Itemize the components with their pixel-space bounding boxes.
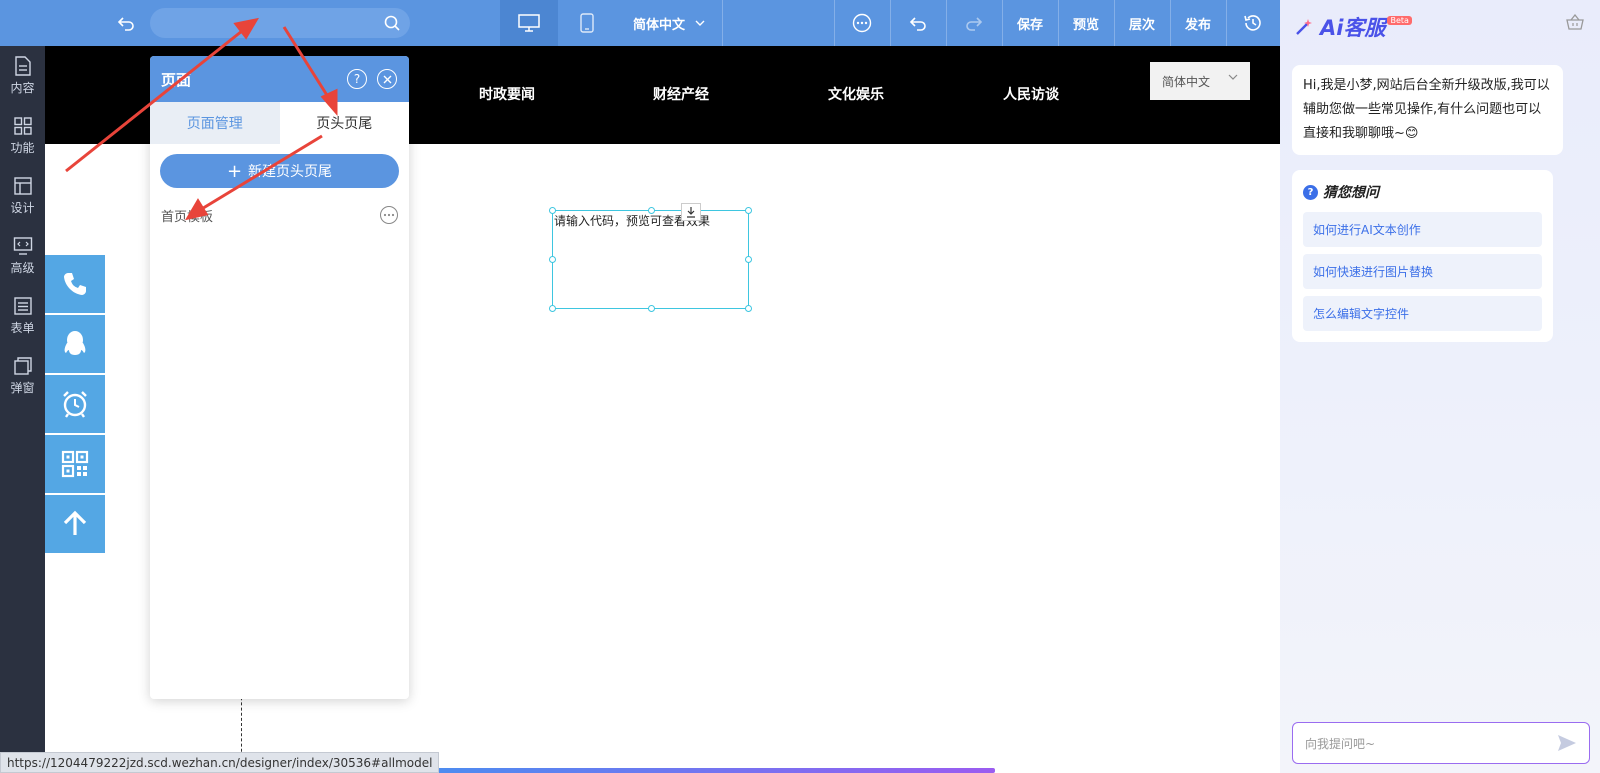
sidebar-item-design[interactable]: 设计 xyxy=(0,166,45,226)
sidebar-item-popup[interactable]: 弹窗 xyxy=(0,346,45,406)
resize-handle[interactable] xyxy=(648,207,655,214)
sidebar-item-label: 内容 xyxy=(10,81,35,95)
suggested-question[interactable]: 如何进行AI文本创作 xyxy=(1303,212,1542,247)
ai-greeting-bubble: Hi,我是小梦,网站后台全新升级改版,我可以辅助您做一些常见操作,有什么问题也可… xyxy=(1292,65,1563,155)
language-label: 简体中文 xyxy=(632,17,685,33)
sidebar-item-form[interactable]: 表单 xyxy=(0,286,45,346)
suggested-question[interactable]: 如何快速进行图片替换 xyxy=(1303,254,1542,289)
layout-icon xyxy=(13,177,32,195)
new-header-footer-button[interactable]: + 新建页头页尾 xyxy=(160,154,399,188)
resize-handle[interactable] xyxy=(745,256,752,263)
ai-logo-text: Ai客服 xyxy=(1320,16,1386,40)
mobile-view-icon[interactable] xyxy=(558,0,616,46)
sidebar-item-content[interactable]: 内容 xyxy=(0,46,45,106)
ai-assistant-panel: Ai客服 Beta Hi,我是小梦,网站后台全新升级改版,我可以辅助您做一些常见… xyxy=(1280,0,1600,773)
download-icon[interactable] xyxy=(681,203,701,221)
sidebar-item-label: 设计 xyxy=(10,201,35,215)
search-input[interactable] xyxy=(150,8,410,38)
document-icon xyxy=(14,56,31,76)
floating-contact-bar xyxy=(45,255,105,555)
save-button[interactable]: 保存 xyxy=(1002,0,1058,46)
resize-handle[interactable] xyxy=(745,305,752,312)
sidebar-item-label: 高级 xyxy=(10,261,35,275)
top-toolbar: 简体中文 保存 预览 层次 发布 xyxy=(0,0,1280,46)
resize-handle[interactable] xyxy=(549,256,556,263)
close-icon[interactable] xyxy=(377,69,397,89)
desktop-view-icon[interactable] xyxy=(500,0,558,46)
nav-item[interactable]: 财经产经 xyxy=(653,84,709,104)
shop-basket-icon[interactable] xyxy=(1566,13,1584,34)
more-icon[interactable] xyxy=(834,0,890,46)
search-icon[interactable] xyxy=(384,15,400,35)
divider xyxy=(722,0,723,46)
panel-tabs: 页面管理 页头页尾 xyxy=(150,102,409,144)
language-select[interactable]: 简体中文 xyxy=(616,0,722,46)
beta-badge: Beta xyxy=(1387,15,1412,25)
suggestions-title: ? 猜您想问 xyxy=(1303,182,1542,202)
back-icon[interactable] xyxy=(110,0,142,46)
grid-icon xyxy=(13,117,32,135)
code-widget[interactable]: 请输入代码，预览可查看效果 xyxy=(549,203,752,312)
qr-code-icon[interactable] xyxy=(45,435,105,493)
nav-item[interactable]: 人民访谈 xyxy=(1003,84,1059,104)
page-panel: 页面 ? 页面管理 页头页尾 + 新建页头页尾 首页模板 xyxy=(150,56,409,699)
ai-logo: Ai客服 Beta xyxy=(1294,12,1412,42)
ai-question-input[interactable]: 向我提问吧~ xyxy=(1292,722,1590,764)
form-icon xyxy=(13,297,32,315)
suggestions-title-label: 猜您想问 xyxy=(1323,185,1379,201)
new-button-label: 新建页头页尾 xyxy=(248,164,333,180)
undo-icon[interactable] xyxy=(890,0,946,46)
nav-item[interactable]: 时政要闻 xyxy=(479,84,535,104)
ai-input-placeholder: 向我提问吧~ xyxy=(1305,736,1376,751)
site-language-select[interactable]: 简体中文 xyxy=(1150,62,1250,100)
magic-wand-icon xyxy=(1296,19,1312,35)
layers-button[interactable]: 层次 xyxy=(1114,0,1170,46)
qq-icon[interactable] xyxy=(45,315,105,373)
popup-icon xyxy=(13,357,32,375)
panel-title: 页面 xyxy=(161,70,192,89)
history-icon[interactable] xyxy=(1226,0,1280,46)
more-options-icon[interactable] xyxy=(380,206,398,224)
tab-header-footer[interactable]: 页头页尾 xyxy=(279,102,409,144)
suggested-questions: ? 猜您想问 如何进行AI文本创作 如何快速进行图片替换 怎么编辑文字控件 xyxy=(1292,170,1553,342)
nav-item[interactable]: 文化娱乐 xyxy=(828,84,884,104)
send-icon[interactable] xyxy=(1557,734,1577,755)
sidebar-item-label: 表单 xyxy=(10,321,35,335)
question-icon: ? xyxy=(1303,184,1318,200)
template-name: 首页模板 xyxy=(161,209,214,225)
sidebar-item-function[interactable]: 功能 xyxy=(0,106,45,166)
resize-handle[interactable] xyxy=(549,305,556,312)
site-language-label: 简体中文 xyxy=(1162,74,1211,89)
plus-icon: + xyxy=(226,160,243,182)
sidebar-item-label: 弹窗 xyxy=(10,381,35,395)
tab-page-management[interactable]: 页面管理 xyxy=(150,102,280,144)
sidebar-item-advanced[interactable]: 高级 xyxy=(0,226,45,286)
resize-handle[interactable] xyxy=(745,207,752,214)
chevron-down-icon xyxy=(695,20,705,26)
redo-icon[interactable] xyxy=(946,0,1002,46)
loading-bar xyxy=(415,768,995,773)
template-list-item[interactable]: 首页模板 xyxy=(150,204,409,226)
publish-button[interactable]: 发布 xyxy=(1170,0,1226,46)
help-icon[interactable]: ? xyxy=(347,69,367,89)
code-icon xyxy=(13,237,32,255)
preview-button[interactable]: 预览 xyxy=(1058,0,1114,46)
resize-handle[interactable] xyxy=(648,305,655,312)
left-sidebar: 内容 功能 设计 高级 表单 弹窗 xyxy=(0,46,45,773)
phone-icon[interactable] xyxy=(45,255,105,313)
panel-header: 页面 ? xyxy=(150,56,409,102)
suggested-question[interactable]: 怎么编辑文字控件 xyxy=(1303,296,1542,331)
sidebar-item-label: 功能 xyxy=(10,141,35,155)
alarm-clock-icon[interactable] xyxy=(45,375,105,433)
arrow-up-icon[interactable] xyxy=(45,495,105,553)
chevron-down-icon xyxy=(1228,74,1238,80)
resize-handle[interactable] xyxy=(549,207,556,214)
status-bar-url: https://1204479222jzd.scd.wezhan.cn/desi… xyxy=(0,752,440,773)
